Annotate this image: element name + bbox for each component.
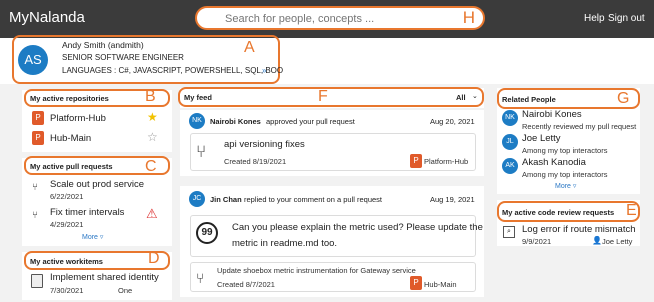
review-person[interactable]: Joe Letty: [602, 237, 632, 246]
sign-out-link[interactable]: Sign out: [608, 13, 645, 24]
marker-b: B: [145, 88, 156, 105]
marker-a: A: [244, 39, 255, 56]
feed-date: Aug 19, 2021: [430, 195, 475, 204]
marker-e: E: [626, 202, 637, 219]
code-review-icon: ⌕: [503, 226, 515, 238]
feed-action: replied to your comment on a pull reques…: [244, 195, 382, 204]
comment-text: metric in readme.md too.: [232, 238, 338, 249]
star-filled-icon[interactable]: ★: [147, 111, 158, 123]
star-outline-icon[interactable]: ☆: [147, 131, 158, 143]
profile-title: SENIOR SOFTWARE ENGINEER: [62, 53, 184, 62]
marker-h: H: [462, 8, 475, 27]
help-link[interactable]: Help: [584, 13, 605, 24]
avatar[interactable]: NK: [189, 113, 205, 129]
quote-icon: 99: [196, 222, 218, 244]
repo-icon: P: [410, 276, 422, 290]
repo-name[interactable]: Hub-Main: [50, 133, 91, 144]
person-desc: Recently reviewed my pull request: [522, 122, 637, 131]
pull-request-title[interactable]: Scale out prod service: [50, 179, 144, 190]
feed-item-title[interactable]: Update shoebox metric instrumentation fo…: [217, 266, 416, 275]
review-title[interactable]: Log error if route mismatch: [522, 224, 636, 235]
repo-name[interactable]: Platform-Hub: [50, 113, 106, 124]
feed-item-created: Created 8/19/2021: [224, 157, 287, 166]
person-desc: Among my top interactors: [522, 170, 608, 179]
pulls-title: My active pull requests: [30, 162, 113, 171]
pull-request-date: 4/29/2021: [50, 220, 84, 229]
avatar[interactable]: NK: [502, 110, 518, 126]
repo-icon: P: [32, 111, 44, 125]
languages-more-icon[interactable]: »: [262, 66, 266, 75]
workitems-title: My active workitems: [30, 257, 103, 266]
feed-filter-select[interactable]: All: [456, 93, 466, 102]
pull-request-title[interactable]: Fix timer intervals: [50, 207, 124, 218]
marker-g: G: [617, 90, 630, 107]
repo-icon: P: [410, 154, 422, 168]
app-title[interactable]: MyNalanda: [9, 9, 85, 26]
repo-icon: P: [32, 131, 44, 145]
feed-item-title[interactable]: api versioning fixes: [224, 139, 305, 150]
feed-actor[interactable]: Nairobi Kones: [210, 117, 261, 126]
pull-request-icon: ⑂: [196, 142, 207, 161]
search-box[interactable]: H: [195, 6, 485, 30]
feed-item-repo[interactable]: Platform-Hub: [424, 157, 468, 166]
workitem-date: 7/30/2021: [50, 286, 84, 295]
related-title: Related People: [502, 95, 556, 104]
marker-d: D: [148, 250, 160, 267]
warning-icon: ⚠: [146, 206, 158, 221]
avatar[interactable]: JC: [189, 191, 205, 207]
chevron-down-icon[interactable]: ⌄: [472, 92, 478, 100]
person-name[interactable]: Joe Letty: [522, 133, 561, 144]
review-date: 9/9/2021: [522, 237, 552, 246]
marker-c: C: [145, 158, 157, 175]
pulls-more-link[interactable]: More ▿: [82, 233, 103, 241]
top-bar: MyNalanda H Help Sign out: [0, 0, 654, 38]
pull-request-icon: ⑂: [32, 182, 38, 193]
pull-request-date: 6/22/2021: [50, 192, 84, 201]
avatar[interactable]: JL: [502, 134, 518, 150]
repos-title: My active repositories: [30, 94, 109, 103]
feed-action: approved your pull request: [266, 117, 355, 126]
profile-name[interactable]: Andy Smith (andmith): [62, 40, 144, 50]
avatar[interactable]: AS: [18, 45, 48, 75]
pull-request-icon: ⑂: [32, 210, 38, 221]
search-input[interactable]: [225, 11, 445, 27]
feed-item-repo[interactable]: Hub-Main: [424, 280, 457, 289]
workitem-state: One: [118, 286, 133, 295]
feed-date: Aug 20, 2021: [430, 117, 475, 126]
person-name[interactable]: Akash Kanodia: [522, 157, 586, 168]
reviews-title: My active code review requests: [502, 208, 615, 217]
related-more-link[interactable]: More ▿: [555, 182, 576, 190]
pull-request-icon: ⑂: [196, 270, 205, 286]
avatar[interactable]: AK: [502, 158, 518, 174]
workitem-title[interactable]: Implement shared identity: [50, 272, 159, 283]
marker-f: F: [318, 88, 328, 105]
feed-actor[interactable]: Jin Chan: [210, 195, 242, 204]
profile-languages: LANGUAGES : C#, JAVASCRIPT, POWERSHELL, …: [62, 66, 284, 75]
person-desc: Among my top interactors: [522, 146, 608, 155]
feed-item-created: Created 8/7/2021: [217, 280, 275, 289]
workitem-icon: [31, 274, 43, 288]
person-name[interactable]: Nairobi Kones: [522, 109, 582, 120]
feed-title: My feed: [184, 93, 212, 102]
feed-title-highlight: [178, 87, 484, 107]
person-icon: 👤: [592, 236, 602, 245]
comment-text: Can you please explain the metric used? …: [232, 222, 483, 233]
